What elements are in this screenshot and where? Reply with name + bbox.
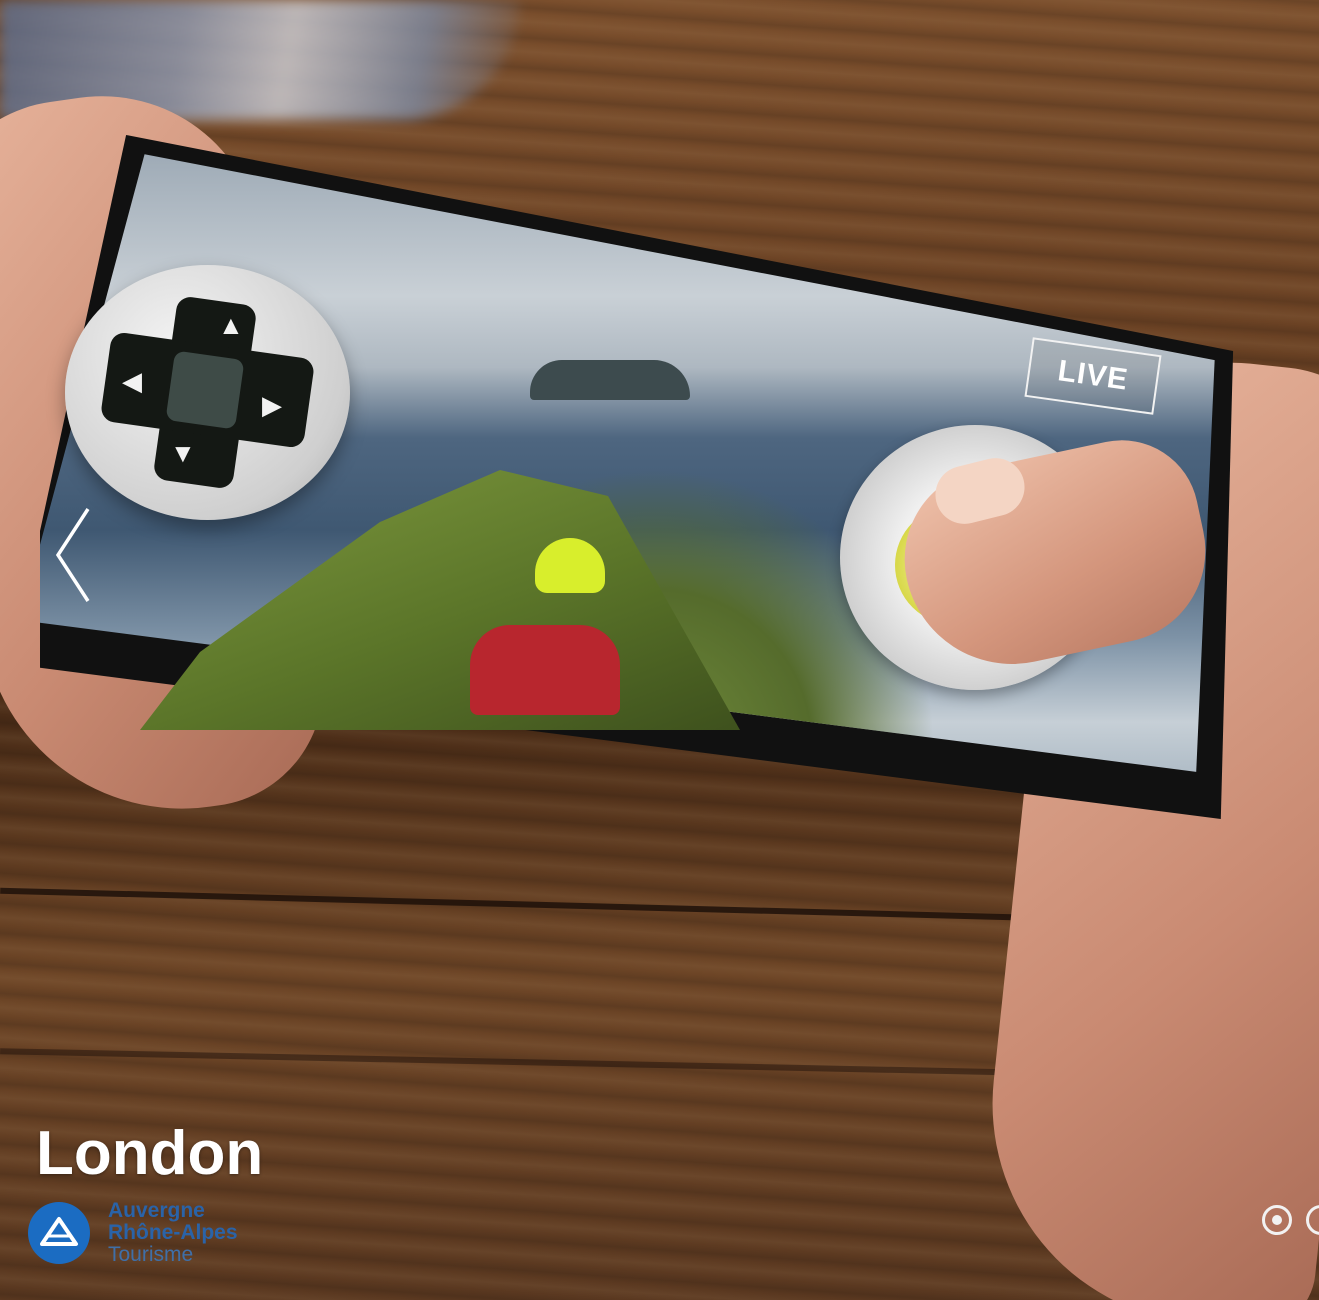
distant-island xyxy=(530,360,690,400)
dpad-down-arrow-icon: ▼ xyxy=(170,438,196,468)
slide-title: London xyxy=(36,1119,264,1188)
dpad-up-arrow-icon: ▲ xyxy=(218,310,244,340)
brand-line-1: Auvergne xyxy=(108,1199,205,1222)
brand-line-3: Tourisme xyxy=(108,1243,194,1266)
brand-name: Auvergne Rhône-Alpes Tourisme xyxy=(108,1200,238,1266)
carousel-prev-button[interactable] xyxy=(50,505,98,605)
dpad-right-arrow-icon: ▶ xyxy=(262,390,282,420)
chevron-left-icon xyxy=(55,508,90,602)
brand-logo-block[interactable]: Auvergne Rhône-Alpes Tourisme xyxy=(28,1200,238,1266)
dpad-center xyxy=(165,350,245,430)
mountain-logo-icon xyxy=(28,1202,90,1264)
brand-line-2: Rhône-Alpes xyxy=(108,1221,238,1244)
carousel-dot-1[interactable] xyxy=(1262,1205,1292,1235)
dpad-left-arrow-icon: ◀ xyxy=(122,366,142,396)
hero-carousel: ▲ ▼ ◀ ▶ LIVE London Auvergne Rhône-Alpes… xyxy=(0,0,1319,1300)
mountain-logo-icon xyxy=(40,1217,78,1246)
hiker-backpack xyxy=(470,625,620,715)
